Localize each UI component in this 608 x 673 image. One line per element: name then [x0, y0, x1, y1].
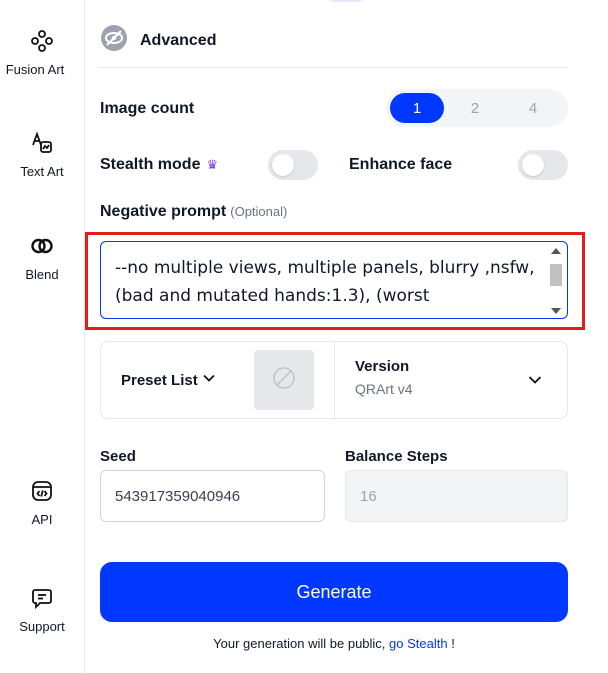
sidebar: Fusion Art Text Art Blend API Support — [0, 0, 85, 673]
balance-steps-input: 16 — [345, 470, 568, 522]
image-count-option-2[interactable]: 2 — [448, 93, 502, 123]
scroll-down-icon[interactable] — [551, 308, 561, 314]
preset-list-dropdown[interactable]: Preset List — [121, 371, 216, 389]
version-label: Version — [355, 358, 410, 375]
toggle-knob — [272, 154, 294, 176]
textarea-scrollbar[interactable] — [549, 246, 563, 316]
stealth-mode-text: Stealth mode — [100, 156, 201, 173]
seed-value: 543917359040946 — [115, 487, 241, 505]
public-notice-text: Your generation will be public, — [213, 636, 390, 651]
version-value: QRArt v4 — [355, 381, 413, 397]
sidebar-item-support[interactable]: Support — [0, 585, 84, 634]
sidebar-item-blend[interactable]: Blend — [0, 233, 84, 282]
balance-steps-value: 16 — [360, 487, 377, 505]
sidebar-item-fusion-art[interactable]: Fusion Art — [0, 28, 84, 77]
image-count-label: Image count — [100, 100, 195, 117]
seed-input[interactable]: 543917359040946 — [100, 470, 325, 522]
advanced-header[interactable]: Advanced — [100, 24, 216, 57]
balance-steps-label: Balance Steps — [345, 448, 448, 465]
seed-label: Seed — [100, 448, 136, 465]
preset-thumbnail[interactable] — [254, 350, 314, 410]
go-stealth-link[interactable]: go Stealth — [389, 636, 448, 651]
crown-icon: ♛ — [206, 156, 219, 172]
text-art-icon — [29, 130, 55, 156]
eye-off-icon — [100, 24, 128, 57]
chevron-down-icon — [202, 371, 216, 389]
blend-icon — [29, 233, 55, 259]
scroll-up-icon[interactable] — [551, 248, 561, 254]
sidebar-item-api[interactable]: API — [0, 478, 84, 527]
generate-button[interactable]: Generate — [100, 562, 568, 622]
preset-version-box: Preset List Version QRArt v4 — [100, 341, 568, 420]
toggle-knob — [522, 154, 544, 176]
divider — [100, 67, 568, 68]
chevron-down-icon[interactable] — [527, 372, 543, 393]
sidebar-item-label: Support — [19, 619, 65, 634]
preset-list-label: Preset List — [121, 371, 198, 389]
sidebar-item-label: Fusion Art — [5, 62, 65, 77]
advanced-label: Advanced — [140, 31, 217, 49]
negative-prompt-text: --no multiple views, multiple panels, bl… — [115, 258, 535, 306]
negative-prompt-label: Negative prompt — [100, 203, 227, 220]
version-select[interactable]: Version QRArt v4 — [355, 358, 413, 397]
image-count-option-1[interactable]: 1 — [390, 93, 444, 123]
stealth-mode-toggle[interactable] — [268, 150, 318, 180]
optional-hint: (Optional) — [230, 204, 288, 219]
scroll-thumb[interactable] — [550, 264, 562, 286]
image-count-option-4[interactable]: 4 — [506, 93, 560, 123]
divider — [334, 342, 335, 420]
enhance-face-label: Enhance face — [349, 156, 453, 173]
enhance-face-toggle[interactable] — [518, 150, 568, 180]
sidebar-item-label: Text Art — [20, 164, 64, 179]
api-icon — [29, 478, 55, 504]
fusion-icon — [29, 28, 55, 54]
panel-tab-indicator — [325, 0, 367, 2]
sidebar-item-text-art[interactable]: Text Art — [0, 130, 84, 179]
ban-icon — [272, 366, 296, 395]
negative-prompt-input[interactable]: --no multiple views, multiple panels, bl… — [100, 241, 568, 319]
public-notice: Your generation will be public, go Steal… — [100, 636, 568, 651]
public-notice-suffix: ! — [447, 636, 455, 651]
negative-prompt-title: Negative prompt (Optional) — [100, 203, 287, 221]
support-icon — [29, 585, 55, 611]
sidebar-item-label: Blend — [25, 267, 59, 282]
image-count-selector: 1 2 4 — [386, 89, 568, 127]
sidebar-item-label: API — [31, 512, 53, 527]
stealth-mode-label: Stealth mode ♛ — [100, 156, 218, 174]
